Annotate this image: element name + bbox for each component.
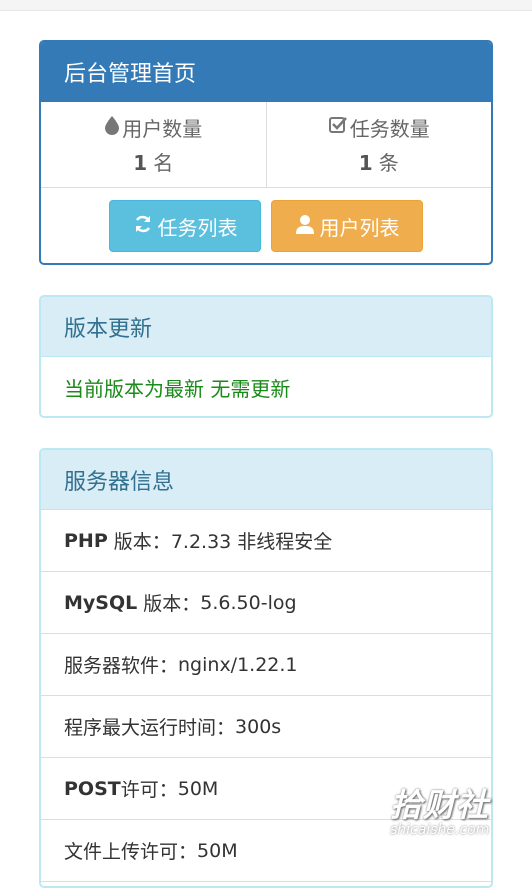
version-message: 当前版本为最新 无需更新 (64, 377, 291, 401)
dashboard-title: 后台管理首页 (41, 42, 491, 102)
user-count-unit: 名 (153, 151, 174, 175)
row-value: nginx/1.22.1 (178, 653, 298, 676)
version-panel: 版本更新 当前版本为最新 无需更新 (39, 295, 493, 418)
dashboard-panel: 后台管理首页 用户数量 1名 任务数量 1条 任务列表 用户列表 (39, 40, 493, 265)
action-buttons: 任务列表 用户列表 (41, 188, 491, 252)
row-key: POST (64, 777, 121, 800)
task-count-stat: 任务数量 1条 (265, 102, 492, 187)
task-count-label: 任务数量 (349, 117, 430, 141)
user-count-stat: 用户数量 1名 (41, 102, 266, 187)
row-value: 300s (235, 715, 282, 738)
user-list-label: 用户列表 (319, 215, 400, 240)
task-list-button[interactable]: 任务列表 (109, 200, 261, 252)
server-info-row-php: PHP 版本： 7.2.33 非线程安全 (41, 510, 491, 572)
watermark: 拾财社 shicaishe.com (390, 780, 500, 840)
task-count-value: 1 (358, 151, 373, 175)
row-value: 50M (177, 777, 219, 800)
row-value: 5.6.50-log (200, 591, 297, 614)
row-label: 文件上传许可： (64, 841, 198, 863)
row-key: PHP (64, 529, 108, 552)
tint-icon (104, 115, 120, 140)
version-title: 版本更新 (41, 297, 491, 357)
server-info-row-software: 服务器软件： nginx/1.22.1 (41, 634, 491, 696)
row-label: 版本： (137, 593, 201, 615)
check-square-icon (328, 115, 348, 140)
server-title: 服务器信息 (41, 450, 491, 510)
refresh-icon (133, 214, 153, 239)
user-icon (295, 214, 315, 239)
user-count-label: 用户数量 (122, 117, 203, 141)
watermark-text: 拾财社 (390, 786, 490, 824)
row-label: 程序最大运行时间： (64, 717, 236, 739)
top-bar (0, 0, 532, 11)
task-list-label: 任务列表 (157, 215, 238, 240)
server-info-row-mysql: MySQL 版本： 5.6.50-log (41, 572, 491, 634)
user-list-button[interactable]: 用户列表 (271, 200, 423, 252)
server-info-row-max-exec-time: 程序最大运行时间： 300s (41, 696, 491, 758)
row-key: MySQL (64, 591, 138, 614)
watermark-domain: shicaishe.com (390, 822, 490, 838)
row-value: 50M (197, 839, 238, 862)
row-label: 许可： (120, 779, 178, 801)
task-count-unit: 条 (378, 151, 399, 175)
row-label: 服务器软件： (64, 655, 179, 677)
row-label: 版本： (107, 531, 171, 553)
row-value: 7.2.33 非线程安全 (170, 531, 333, 553)
stats-row: 用户数量 1名 任务数量 1条 (41, 102, 491, 188)
user-count-value: 1 (133, 151, 148, 175)
